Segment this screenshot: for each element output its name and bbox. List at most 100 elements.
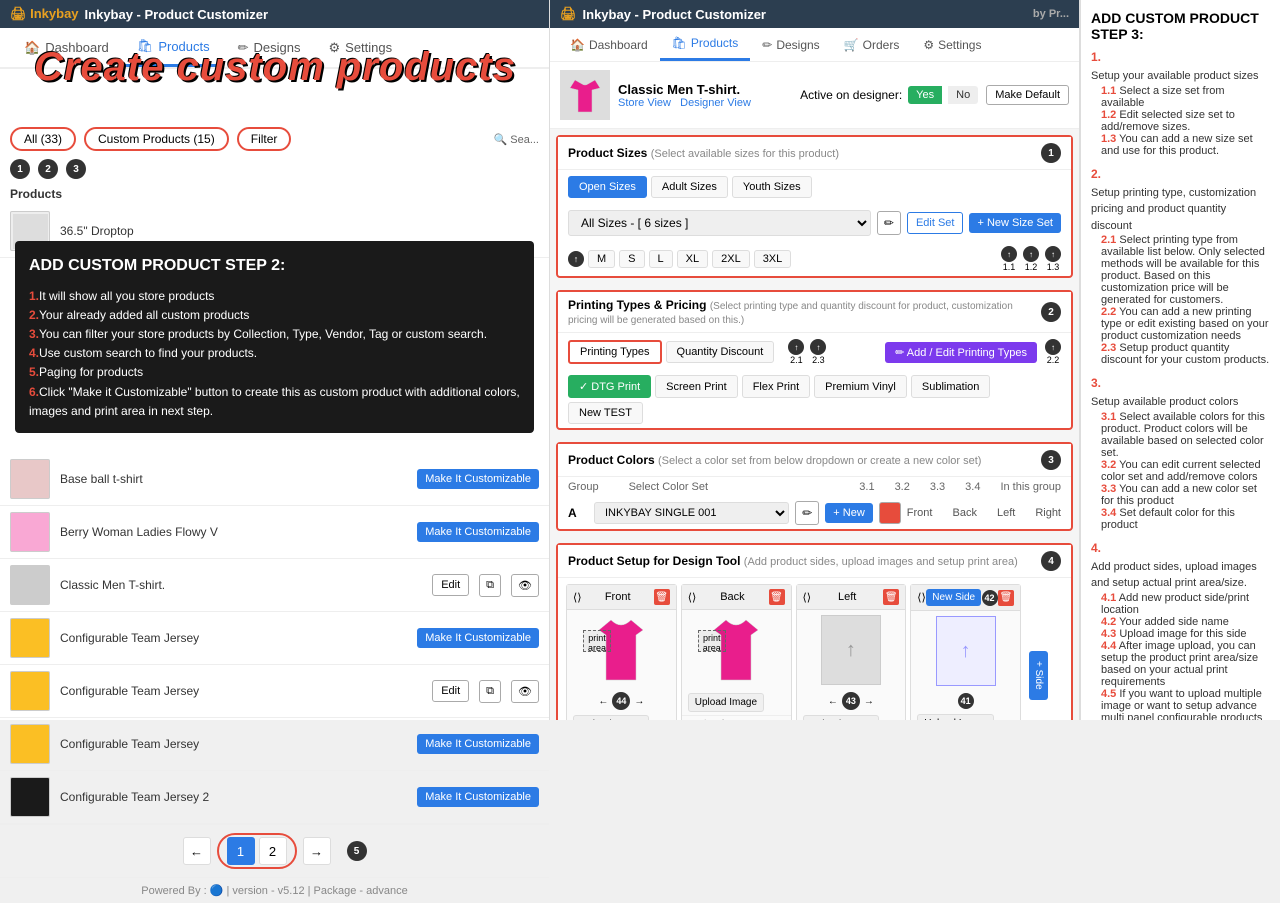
product-sizes-section: Product Sizes (Select available sizes fo… [556, 135, 1073, 278]
upload-front-btn[interactable]: Upload Image [573, 715, 649, 720]
color-set-select[interactable]: INKYBAY SINGLE 001 [594, 502, 789, 524]
store-view-link[interactable]: Store View [618, 97, 671, 109]
new-size-btn[interactable]: + New Size Set [969, 213, 1061, 233]
pagination: ← 1 2 → 5 [0, 824, 549, 877]
right-num-4: 4. [1091, 541, 1270, 555]
flex-print-btn[interactable]: Flex Print [742, 375, 810, 398]
left-shirt-img: ↑ [797, 610, 906, 690]
right-title-2: Setup printing type, customization prici… [1091, 185, 1270, 235]
make-default-btn[interactable]: Make Default [986, 85, 1069, 105]
youth-sizes-tab[interactable]: Youth Sizes [732, 176, 812, 198]
toggle-no[interactable]: No [948, 86, 978, 104]
make-customizable-btn[interactable]: Make It Customizable [417, 787, 539, 807]
overlay-title-container: Create custom products [0, 45, 550, 90]
step2-items: 1.It will show all you store products 2.… [29, 287, 520, 421]
colors-header-row: Product Colors (Select a color set from … [558, 444, 1071, 477]
prev-page-btn[interactable]: ← [183, 837, 211, 865]
new-side-del-btn[interactable]: 🗑 [998, 590, 1014, 606]
next-page-btn[interactable]: → [303, 837, 331, 865]
section-num-1: 1 [1041, 143, 1061, 163]
size-xl: XL [677, 250, 708, 268]
make-customizable-btn[interactable]: Make It Customizable [417, 734, 539, 754]
back-del-btn[interactable]: 🗑 [769, 589, 785, 605]
page-2-btn[interactable]: 2 [259, 837, 287, 865]
color-swatch[interactable] [879, 502, 901, 524]
right-item-11: 1.1 Select a size set from available [1101, 85, 1270, 109]
product-row: Berry Woman Ladies Flowy V Make It Custo… [0, 506, 549, 559]
right-title-4: Add product sides, upload images and set… [1091, 559, 1270, 592]
mid-app-header: 🖨 Inkybay - Product Customizer by Pr... [550, 0, 1079, 28]
new-test-btn[interactable]: New TEST [568, 402, 643, 424]
mid-nav-settings[interactable]: ⚙ Settings [911, 28, 993, 61]
toggle-yes[interactable]: Yes [908, 86, 942, 104]
upload-left-btn[interactable]: Upload Image [803, 715, 879, 720]
copy-icon-btn[interactable]: ⧉ [479, 680, 501, 703]
right-item-43: 4.3 Upload image for this side [1101, 628, 1270, 640]
dtg-print-btn[interactable]: ✓ DTG Print [568, 375, 651, 398]
mid-nav-dashboard[interactable]: 🏠 Dashboard [558, 28, 660, 61]
front-label: Front [907, 507, 933, 519]
filters-row: All (33) Custom Products (15) Filter 🔍 S… [0, 119, 549, 159]
view-icon-btn[interactable]: 👁 [511, 680, 539, 703]
view-icon-btn[interactable]: 👁 [511, 574, 539, 597]
right-item-44: 4.4 After image upload, you can setup th… [1101, 640, 1270, 688]
size-select-row: All Sizes - [ 6 sizes ] ✏ Edit Set + New… [558, 204, 1071, 242]
upload-new-btn[interactable]: Upload Image [917, 714, 993, 720]
printing-tabs: Printing Types Quantity Discount ↑2.1 ↑2… [558, 333, 1071, 371]
size-set-select[interactable]: All Sizes - [ 6 sizes ] [568, 210, 871, 236]
print-area-front: print area [583, 630, 611, 652]
advance-back-btn[interactable]: ⚙⚙ Advance Settings [682, 715, 791, 720]
left-del-btn[interactable]: 🗑 [883, 589, 899, 605]
product-info-bar: Classic Men T-shirt. Store View Designer… [550, 62, 1079, 129]
adult-sizes-tab[interactable]: Adult Sizes [651, 176, 728, 198]
new-color-btn[interactable]: + New [825, 503, 873, 523]
product-thumb [10, 565, 50, 605]
make-customizable-btn[interactable]: Make It Customizable [417, 469, 539, 489]
printing-types-section: Printing Types & Pricing (Select printin… [556, 290, 1073, 430]
right-item-33: 3.3 You can add a new color set for this… [1101, 483, 1270, 507]
quantity-discount-tab[interactable]: Quantity Discount [666, 341, 775, 363]
open-sizes-tab[interactable]: Open Sizes [568, 176, 647, 198]
upload-back-btn[interactable]: Upload Image [688, 693, 764, 712]
col-32: 3.2 [895, 481, 910, 493]
right-section-3: 3. Setup available product colors 3.1 Se… [1091, 376, 1270, 531]
mid-nav: 🏠 Dashboard 🛍 Products ✏ Designs 🛒 Order… [550, 28, 1079, 62]
front-del-btn[interactable]: 🗑 [654, 589, 670, 605]
make-customizable-btn[interactable]: Make It Customizable [417, 522, 539, 542]
make-customizable-btn[interactable]: Make It Customizable [417, 628, 539, 648]
right-item-42: 4.2 Your added side name [1101, 616, 1270, 628]
page-1-btn[interactable]: 1 [227, 837, 255, 865]
mid-nav-designs[interactable]: ✏ Designs [750, 28, 831, 61]
filter-filter[interactable]: Filter [237, 127, 292, 151]
edit-set-btn[interactable]: Edit Set [907, 212, 964, 234]
right-item-41: 4.1 Add new product side/print location [1101, 592, 1270, 616]
right-item-45: 4.5 If you want to upload multiple image… [1101, 688, 1270, 721]
right-title-1: Setup your available product sizes [1091, 68, 1270, 85]
mid-nav-orders[interactable]: 🛒 Orders [832, 28, 912, 61]
premium-vinyl-btn[interactable]: Premium Vinyl [814, 375, 907, 398]
edit-btn[interactable]: Edit [432, 680, 469, 702]
mid-nav-products[interactable]: 🛍 Products [660, 28, 751, 61]
active-label: Active on designer: [800, 88, 902, 102]
edit-btn[interactable]: Edit [432, 574, 469, 596]
filter-custom[interactable]: Custom Products (15) [84, 127, 229, 151]
col-select: Select Color Set [629, 481, 708, 493]
screen-print-btn[interactable]: Screen Print [655, 375, 738, 398]
product-thumb [10, 618, 50, 658]
filter-all[interactable]: All (33) [10, 127, 76, 151]
printing-types-tab[interactable]: Printing Types [568, 340, 662, 364]
sizes-header: Product Sizes (Select available sizes fo… [558, 137, 1071, 170]
section-num-4: 4 [1041, 551, 1061, 571]
edit-size-icon-btn[interactable]: ✏ [877, 211, 901, 235]
front-label: Front [605, 591, 631, 603]
product-image [560, 70, 610, 120]
right-num-2: 2. [1091, 167, 1270, 181]
size-badges: ↑ M S L XL 2XL 3XL ↑1.1 ↑1.2 ↑1.3 [558, 242, 1071, 276]
add-edit-printing-btn[interactable]: ✏ Add / Edit Printing Types [885, 342, 1037, 363]
copy-icon-btn[interactable]: ⧉ [479, 574, 501, 597]
edit-color-set-btn[interactable]: ✏ [795, 501, 819, 525]
designer-view-link[interactable]: Designer View [680, 97, 751, 109]
new-side-btn[interactable]: New Side [926, 589, 981, 606]
plus-side-btn[interactable]: + Side [1029, 651, 1048, 700]
sublimation-btn[interactable]: Sublimation [911, 375, 990, 398]
